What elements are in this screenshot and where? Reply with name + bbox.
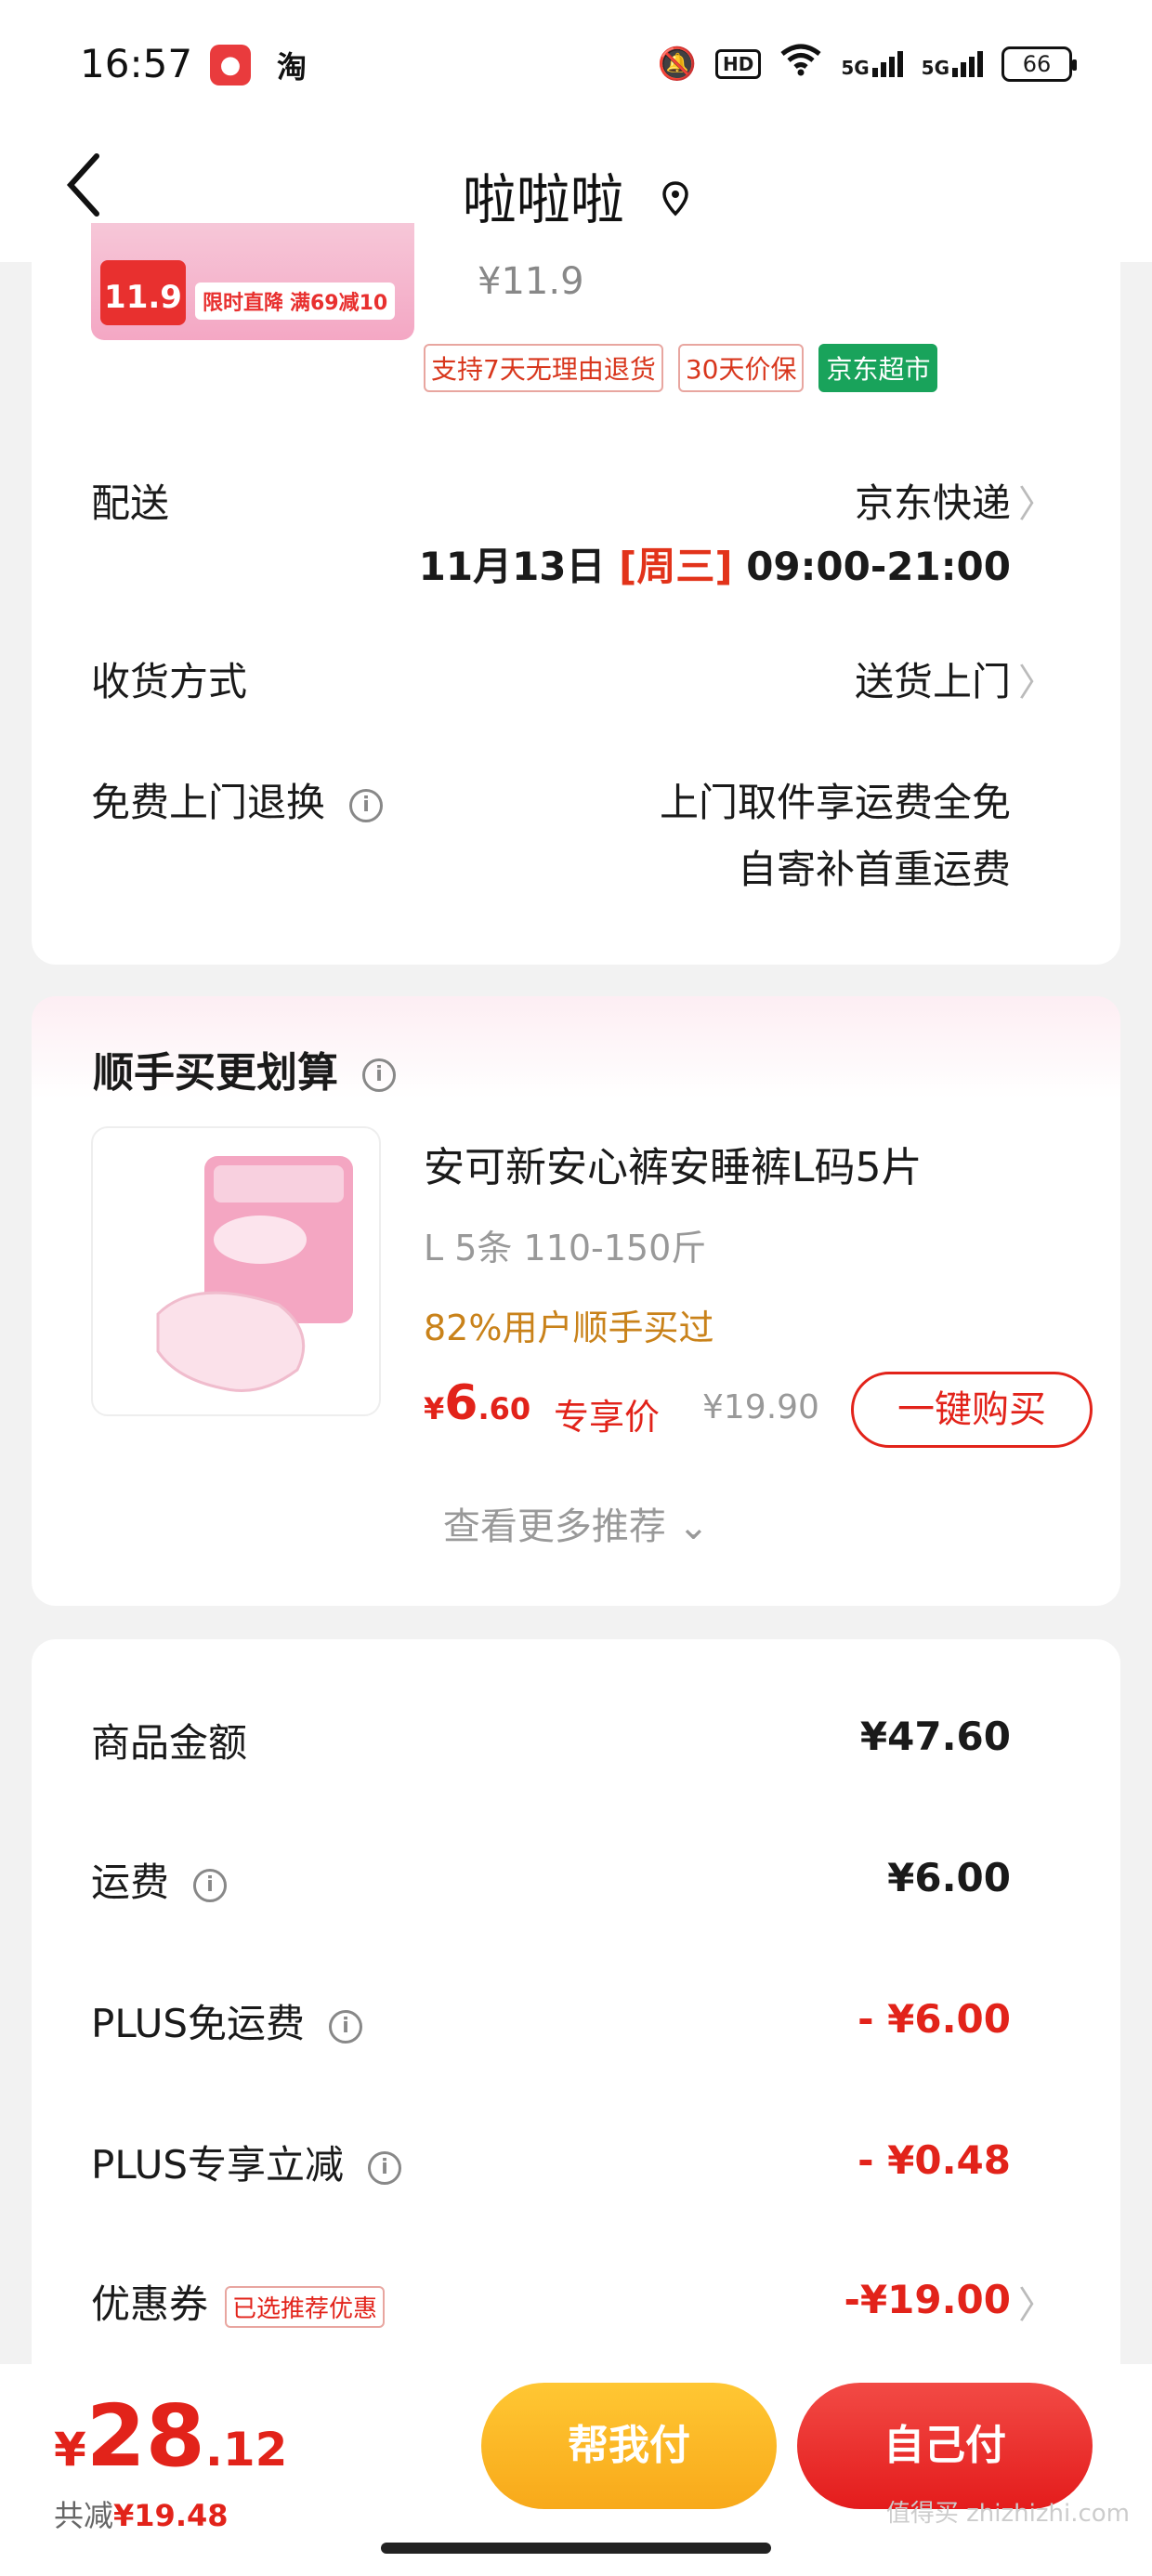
coupon-tag: 已选推荐优惠 bbox=[225, 2286, 386, 2328]
promo-tag-2: 满69减10 bbox=[282, 283, 396, 320]
signal-5g-icon-2: 5G bbox=[922, 50, 983, 77]
receive-chevron-icon[interactable]: 〉 bbox=[1018, 652, 1055, 706]
addon-product-name[interactable]: 安可新安心裤安睡裤L码5片 bbox=[424, 1134, 923, 1193]
addon-product-image[interactable] bbox=[91, 1126, 381, 1416]
status-icons: 🔕 HD 5G 5G 66 bbox=[657, 43, 1077, 85]
service-tags: 支持7天无理由退货 30天价保 京东超市 bbox=[424, 344, 938, 392]
one-click-buy-button[interactable]: 一键购买 bbox=[851, 1372, 1093, 1448]
chevron-down-icon: ⌄ bbox=[677, 1505, 710, 1548]
location-pin-icon bbox=[661, 181, 689, 225]
return-policy-tag: 支持7天无理由退货 bbox=[424, 344, 663, 392]
free-return-line2: 自寄补首重运费 bbox=[737, 847, 1011, 892]
coupon-label[interactable]: 优惠券 已选推荐优惠 bbox=[91, 2273, 386, 2330]
free-return-label: 免费上门退换 i bbox=[91, 771, 384, 828]
info-icon[interactable]: i bbox=[362, 1058, 396, 1092]
summary-shipping-label: 运费 i bbox=[91, 1851, 228, 1908]
summary-goods-label: 商品金额 bbox=[91, 1720, 248, 1766]
info-icon[interactable]: i bbox=[193, 1868, 228, 1902]
addon-product-spec: L 5条 110-150斤 bbox=[424, 1228, 707, 1268]
addon-price: ¥6.60 bbox=[424, 1375, 531, 1431]
total-price: ¥28.12 bbox=[54, 2386, 288, 2486]
jd-app-icon: ● bbox=[210, 45, 251, 85]
info-icon[interactable]: i bbox=[368, 2150, 402, 2185]
coupon-value[interactable]: -¥19.00 bbox=[844, 2277, 1011, 2322]
price-summary-card: 商品金额 ¥47.60 运费 i ¥6.00 PLUS免运费 i - ¥6.00 P… bbox=[32, 1639, 1120, 2476]
coupon-chevron-icon[interactable]: 〉 bbox=[1018, 2275, 1055, 2329]
price-protect-tag: 30天价保 bbox=[677, 344, 805, 392]
summary-plus-discount-value: - ¥0.48 bbox=[857, 2137, 1011, 2183]
product-badge-price: 11.9 bbox=[100, 260, 186, 325]
receive-method-value[interactable]: 送货上门 bbox=[855, 651, 1011, 707]
addon-buy-rate: 82%用户顺手买过 bbox=[424, 1308, 714, 1348]
free-return-line1: 上门取件享运费全免 bbox=[659, 780, 1011, 825]
status-time: 16:57 bbox=[80, 41, 193, 86]
battery-icon: 66 bbox=[1001, 46, 1077, 82]
total-saved[interactable]: 共减¥19.48 bbox=[54, 2492, 229, 2535]
addon-original-price: ¥19.90 bbox=[702, 1388, 819, 1426]
product-thumbnail[interactable]: 11.9 限时直降 满69减10 bbox=[91, 223, 414, 340]
addon-price-label: 专享价 bbox=[554, 1397, 661, 1438]
receive-method-label: 收货方式 bbox=[91, 659, 248, 704]
order-product-card: 11.9 限时直降 满69减10 ¥11.9 支持7天无理由退货 30天价保 京… bbox=[32, 223, 1120, 965]
more-recommend-link[interactable]: 查看更多推荐 ⌄ bbox=[32, 1496, 1120, 1550]
delivery-carrier[interactable]: 京东快递 bbox=[855, 472, 1011, 529]
taobao-app-icon: 淘 bbox=[276, 49, 307, 85]
home-indicator[interactable] bbox=[381, 2543, 771, 2554]
summary-plus-discount-label: PLUS专享立减 i bbox=[91, 2134, 402, 2190]
delivery-weekday: [周三] bbox=[619, 544, 733, 589]
info-icon[interactable]: i bbox=[349, 788, 384, 822]
delivery-date: 11月13日 bbox=[418, 544, 606, 589]
delivery-time[interactable]: 11月13日 [周三] 09:00-21:00 bbox=[419, 535, 1011, 592]
wifi-icon bbox=[779, 43, 822, 85]
summary-goods-value: ¥47.60 bbox=[859, 1714, 1011, 1759]
summary-plus-free-shipping-value: - ¥6.00 bbox=[857, 1996, 1011, 2042]
promo-tag: 限时直降 bbox=[195, 283, 293, 320]
summary-plus-free-shipping-label: PLUS免运费 i bbox=[91, 1992, 363, 2049]
page-title-text: 啦啦啦 bbox=[462, 168, 624, 231]
summary-shipping-value: ¥6.00 bbox=[887, 1855, 1011, 1900]
addon-recommend-card: 顺手买更划算 i 安可新安心裤安睡裤L码5片 L 5条 110-150斤 82%用… bbox=[32, 996, 1120, 1606]
info-icon[interactable]: i bbox=[329, 2009, 363, 2044]
status-bar: 16:57 ● 淘 🔕 HD 5G 5G 66 bbox=[0, 0, 1152, 130]
product-price: ¥11.9 bbox=[478, 260, 584, 303]
signal-5g-icon: 5G bbox=[841, 50, 903, 77]
addon-section-title: 顺手买更划算 i bbox=[93, 1039, 396, 1098]
help-pay-button[interactable]: 帮我付 bbox=[481, 2383, 777, 2509]
hd-icon: HD bbox=[714, 48, 762, 79]
mute-bell-icon: 🔕 bbox=[657, 45, 697, 83]
watermark: 值得买 zhizhizhi.com bbox=[885, 2500, 1130, 2528]
jd-supermarket-tag: 京东超市 bbox=[818, 344, 938, 392]
self-pay-button[interactable]: 自己付 bbox=[797, 2383, 1093, 2509]
delivery-chevron-icon[interactable]: 〉 bbox=[1018, 474, 1055, 528]
delivery-label: 配送 bbox=[91, 480, 170, 526]
delivery-window: 09:00-21:00 bbox=[746, 544, 1011, 589]
